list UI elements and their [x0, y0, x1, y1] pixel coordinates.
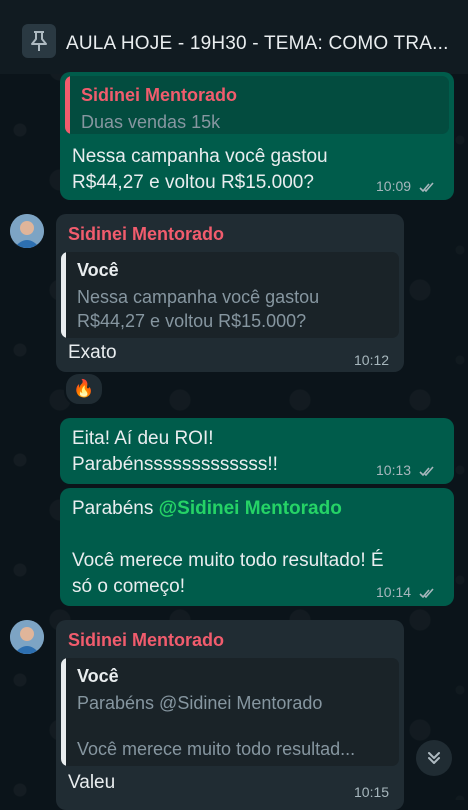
timestamp-text: 10:14 — [376, 584, 412, 600]
pinned-message-text: AULA HOJE - 19H30 - TEMA: COMO TRA... — [66, 33, 449, 54]
pin-icon[interactable] — [22, 24, 56, 58]
message-text-line: só o começo! — [72, 576, 185, 597]
quote-sender-name: Você — [77, 666, 119, 686]
message-text-line: Você merece muito todo resultado! É — [72, 550, 384, 571]
timestamp-text: 10:09 — [376, 178, 412, 194]
quoted-message[interactable]: Sidinei Mentorado Duas vendas 15k — [65, 76, 449, 134]
quote-text: Nessa campanha você gastou — [77, 287, 320, 307]
double-chevron-down-icon — [428, 752, 440, 764]
sender-name: Sidinei Mentorado — [68, 630, 225, 650]
quote-text: Você merece muito todo resultad... — [77, 739, 356, 759]
double-check-icon — [419, 182, 434, 192]
pinned-message-bar[interactable]: AULA HOJE - 19H30 - TEMA: COMO TRA... — [0, 0, 468, 74]
quote-text: Parabéns @Sidinei Mentorado — [77, 693, 323, 713]
message-timestamp: 10:12 — [354, 352, 390, 368]
message-timestamp: 10:14 — [376, 584, 435, 600]
quote-sender-name: Sidinei Mentorado — [81, 85, 238, 105]
message-timestamp: 10:13 — [376, 462, 435, 478]
scroll-to-bottom-button[interactable] — [416, 740, 452, 776]
quoted-message[interactable]: Você Parabéns @Sidinei Mentorado Você me… — [61, 658, 399, 766]
quoted-message[interactable]: Você Nessa campanha você gastou R$44,27 … — [61, 252, 399, 338]
message-bubble-incoming[interactable]: Sidinei Mentorado Você Parabéns @Sidinei… — [56, 620, 404, 810]
mention-link[interactable]: @Sidinei Mentorado — [159, 498, 342, 519]
message-text-line: Parabéns @Sidinei Mentorado — [72, 496, 342, 522]
quote-text: Duas vendas 15k — [81, 112, 221, 132]
reaction-badge[interactable]: 🔥 — [64, 372, 104, 406]
message-bubble-outgoing[interactable]: Sidinei Mentorado Duas vendas 15k Nessa … — [60, 72, 454, 200]
message-text: Valeu — [68, 772, 116, 793]
message-text-line: Eita! Aí deu ROI! — [72, 428, 214, 449]
quote-accent-bar — [65, 76, 70, 134]
double-check-icon — [419, 588, 434, 598]
message-timestamp: 10:09 — [376, 178, 435, 194]
double-check-icon — [419, 466, 434, 476]
message-text: Parabéns — [72, 498, 159, 519]
message-text-line: Nessa campanha você gastou — [72, 146, 328, 167]
message-bubble-incoming[interactable]: Sidinei Mentorado Você Nessa campanha vo… — [56, 214, 404, 372]
sender-name: Sidinei Mentorado — [68, 224, 225, 244]
message-text: Exato — [68, 342, 117, 363]
message-bubble-outgoing[interactable]: Parabéns @Sidinei Mentorado Você merece … — [60, 488, 454, 606]
message-timestamp: 10:15 — [354, 784, 390, 800]
message-text-line: R$44,27 e voltou R$15.000? — [72, 172, 314, 193]
quote-text: R$44,27 e voltou R$15.000? — [77, 311, 307, 331]
fire-emoji-icon: 🔥 — [73, 379, 95, 398]
quote-accent-bar — [61, 252, 66, 338]
avatar[interactable] — [10, 214, 44, 248]
quote-accent-bar — [61, 658, 66, 766]
avatar[interactable] — [10, 620, 44, 654]
timestamp-text: 10:13 — [376, 462, 412, 478]
message-text-line: Parabénsssssssssssss!! — [72, 454, 278, 475]
quote-sender-name: Você — [77, 260, 119, 280]
message-bubble-outgoing[interactable]: Eita! Aí deu ROI! Parabénsssssssssssss!!… — [60, 418, 454, 484]
